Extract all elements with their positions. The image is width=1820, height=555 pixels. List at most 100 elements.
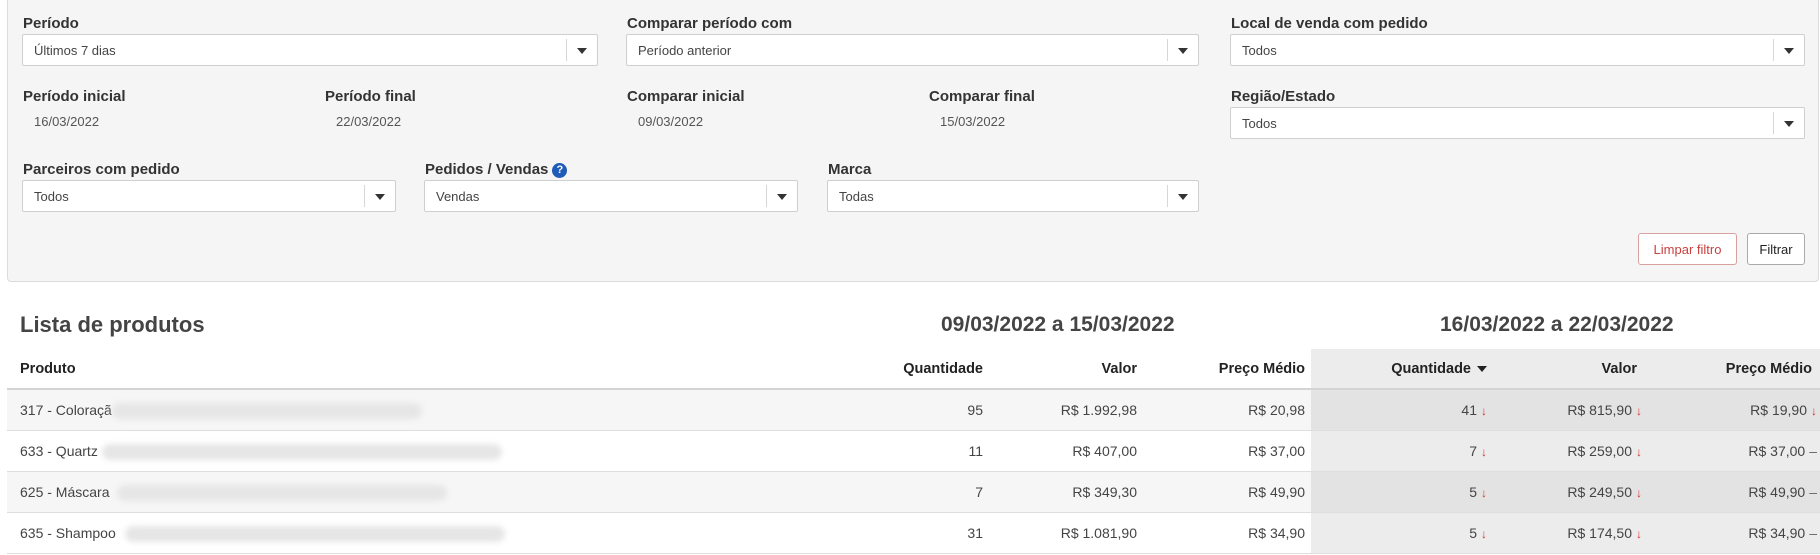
regiao-label: Região/Estado [1231, 88, 1336, 105]
periodo-inicial-value[interactable]: 16/03/2022 [34, 114, 99, 129]
produto-cell: 635 - Shampoo [20, 525, 116, 541]
col-preco-a[interactable]: Preço Médio [1147, 349, 1305, 390]
regiao-select-value: Todos [1242, 116, 1277, 131]
comparar-inicial-value[interactable]: 09/03/2022 [638, 114, 703, 129]
redacted-text [117, 485, 447, 501]
valor-b-cell: R$ 815,90 ↓ [1487, 390, 1642, 431]
qtd-b-cell: 5 ↓ [1327, 513, 1487, 554]
filter-button[interactable]: Filtrar [1747, 233, 1805, 265]
qtd-b-value: 41 [1461, 402, 1477, 418]
preco-b-value: R$ 34,90 [1748, 525, 1806, 541]
valor-b-value: R$ 174,50 [1567, 525, 1632, 541]
comparar-periodo-select[interactable]: Período anterior [626, 34, 1199, 66]
preco-b-cell: R$ 37,00– [1647, 431, 1817, 472]
chevron-down-icon [375, 194, 385, 200]
dash-icon: – [1809, 525, 1817, 541]
help-icon[interactable]: ? [552, 162, 568, 178]
parceiros-label: Parceiros com pedido [23, 161, 180, 178]
valor-b-cell: R$ 174,50 ↓ [1487, 513, 1642, 554]
periodo-final-value[interactable]: 22/03/2022 [336, 114, 401, 129]
sort-desc-icon [1477, 366, 1487, 373]
comparar-final-label: Comparar final [929, 88, 1035, 105]
qtd-b-cell: 41 ↓ [1327, 390, 1487, 431]
period-a-heading: 09/03/2022 a 15/03/2022 [941, 313, 1175, 336]
parceiros-select[interactable]: Todos [22, 180, 396, 212]
select-separator [1167, 39, 1168, 61]
col-valor-a[interactable]: Valor [997, 349, 1137, 390]
produto-cell: 317 - Coloraçã [20, 402, 112, 418]
table-row[interactable]: 633 - Quartz 11 R$ 407,00 R$ 37,00 7 ↓ R$… [7, 431, 1820, 472]
dash-icon: – [1809, 484, 1817, 500]
table-header: Produto Quantidade Valor Preço Médio Qua… [7, 349, 1820, 390]
col-qtd-a[interactable]: Quantidade [727, 349, 983, 390]
col-produto[interactable]: Produto [20, 349, 76, 390]
dash-icon: – [1809, 443, 1817, 459]
preco-a-cell: R$ 49,90 [1248, 484, 1305, 500]
valor-a-cell: R$ 407,00 [1072, 443, 1137, 459]
periodo-final-label: Período final [325, 88, 416, 105]
chevron-down-icon [777, 194, 787, 200]
arrow-down-icon: ↓ [1636, 527, 1642, 541]
col-valor-b[interactable]: Valor [1487, 349, 1637, 390]
marca-select-value: Todas [839, 189, 874, 204]
valor-b-cell: R$ 249,50 ↓ [1487, 472, 1642, 513]
chevron-down-icon [1784, 48, 1794, 54]
chevron-down-icon [1178, 194, 1188, 200]
pedidos-vendas-select-value: Vendas [436, 189, 480, 204]
select-separator [364, 185, 365, 207]
qtd-a-cell: 95 [967, 402, 983, 418]
col-qtd-b[interactable]: Quantidade [1327, 349, 1487, 390]
regiao-select[interactable]: Todos [1230, 107, 1805, 139]
arrow-down-icon: ↓ [1811, 404, 1817, 418]
marca-select[interactable]: Todas [827, 180, 1199, 212]
chevron-down-icon [1178, 48, 1188, 54]
valor-b-value: R$ 259,00 [1567, 443, 1632, 459]
pedidos-vendas-label: Pedidos / Vendas? [425, 161, 568, 178]
periodo-select-value: Últimos 7 dias [34, 43, 116, 58]
valor-b-value: R$ 815,90 [1567, 402, 1632, 418]
chevron-down-icon [577, 48, 587, 54]
qtd-b-cell: 5 ↓ [1327, 472, 1487, 513]
select-separator [1773, 112, 1774, 134]
produto-cell: 625 - Máscara [20, 484, 110, 500]
redacted-text [112, 403, 422, 419]
pedidos-vendas-select[interactable]: Vendas [424, 180, 798, 212]
local-venda-label: Local de venda com pedido [1231, 15, 1428, 32]
periodo-label: Período [23, 15, 79, 32]
qtd-b-value: 7 [1469, 443, 1477, 459]
col-preco-b[interactable]: Preço Médio [1647, 349, 1812, 390]
arrow-down-icon: ↓ [1636, 445, 1642, 459]
marca-label: Marca [828, 161, 872, 178]
clear-filter-button[interactable]: Limpar filtro [1638, 233, 1737, 265]
preco-b-value: R$ 49,90 [1748, 484, 1806, 500]
chevron-down-icon [1784, 121, 1794, 127]
preco-a-cell: R$ 20,98 [1248, 402, 1305, 418]
comparar-periodo-select-value: Período anterior [638, 43, 732, 58]
qtd-b-value: 5 [1469, 525, 1477, 541]
valor-a-cell: R$ 1.081,90 [1060, 525, 1137, 541]
redacted-text [102, 444, 502, 460]
table-row[interactable]: 635 - Shampoo 31 R$ 1.081,90 R$ 34,90 5 ↓… [7, 513, 1820, 554]
preco-a-cell: R$ 34,90 [1248, 525, 1305, 541]
preco-b-value: R$ 37,00 [1748, 443, 1806, 459]
preco-a-cell: R$ 37,00 [1248, 443, 1305, 459]
comparar-inicial-label: Comparar inicial [627, 88, 745, 105]
local-venda-select-value: Todos [1242, 43, 1277, 58]
select-separator [566, 39, 567, 61]
periodo-select[interactable]: Últimos 7 dias [22, 34, 598, 66]
comparar-periodo-label: Comparar período com [627, 15, 793, 32]
valor-b-cell: R$ 259,00 ↓ [1487, 431, 1642, 472]
local-venda-select[interactable]: Todos [1230, 34, 1805, 66]
list-title: Lista de produtos [20, 312, 205, 337]
qtd-a-cell: 31 [967, 525, 983, 541]
comparar-final-value[interactable]: 15/03/2022 [940, 114, 1005, 129]
qtd-a-cell: 7 [975, 484, 983, 500]
table-row[interactable]: 317 - Coloraçã 95 R$ 1.992,98 R$ 20,98 4… [7, 390, 1820, 431]
period-b-heading: 16/03/2022 a 22/03/2022 [1440, 313, 1674, 336]
arrow-down-icon: ↓ [1636, 486, 1642, 500]
select-separator [1773, 39, 1774, 61]
preco-b-cell: R$ 19,90 ↓ [1647, 390, 1817, 431]
redacted-text [125, 526, 505, 542]
table-row[interactable]: 625 - Máscara 7 R$ 349,30 R$ 49,90 5 ↓ R$… [7, 472, 1820, 513]
pedidos-vendas-label-text: Pedidos / Vendas [425, 161, 549, 178]
